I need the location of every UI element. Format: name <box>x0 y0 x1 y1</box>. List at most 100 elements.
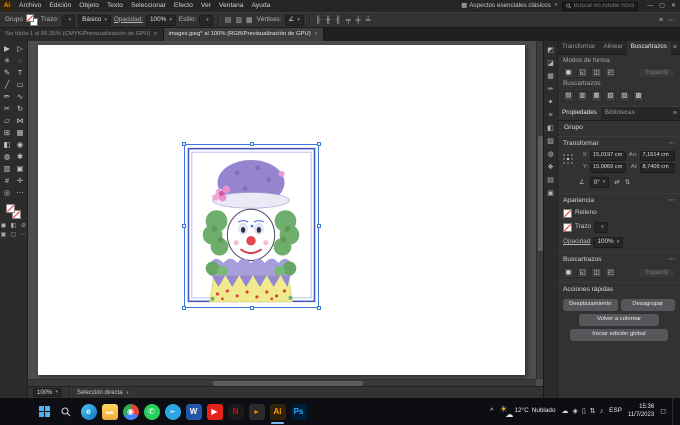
rotate-tool[interactable]: ↻ <box>14 103 27 115</box>
toolbar-fill-stroke[interactable] <box>6 204 21 219</box>
tab-close-icon[interactable]: ✕ <box>153 32 157 37</box>
stroke-panel-icon[interactable]: ≡ <box>544 109 557 122</box>
selection-handle-s[interactable] <box>249 306 254 310</box>
divide-icon[interactable]: ▤ <box>563 90 574 102</box>
align-middle-icon[interactable]: ╪ <box>355 17 362 24</box>
stock-search-box[interactable] <box>562 1 639 11</box>
align-bottom-icon[interactable]: ╧ <box>365 17 372 24</box>
graphic-styles-icon[interactable]: ❖ <box>544 161 557 174</box>
expand-button[interactable]: Expandir <box>639 267 675 278</box>
weather-widget[interactable]: ☀ ☁ 12°C Nublado <box>499 404 555 418</box>
fill-swatch[interactable] <box>25 14 34 22</box>
color-panel-icon[interactable]: ◩ <box>544 44 557 57</box>
menu-item[interactable]: Objeto <box>75 2 103 10</box>
keyboard-language-indicator[interactable]: ESP <box>609 407 622 414</box>
menu-item[interactable]: Ayuda <box>247 2 274 10</box>
exclude-icon[interactable]: ◰ <box>605 267 616 279</box>
stroke-weight-dropdown[interactable] <box>61 14 76 26</box>
brush-dropdown[interactable]: Básico <box>78 14 111 26</box>
tab-alinear[interactable]: Alinear <box>599 41 626 55</box>
reference-point-locator[interactable] <box>563 154 575 173</box>
document-tab-images-jpeg[interactable]: images.jpeg* al 100% (RGB/Previsualizaci… <box>163 28 324 41</box>
width-tool[interactable]: ⋈ <box>14 115 27 127</box>
scale-tool[interactable]: ▱ <box>1 115 14 127</box>
workspace-switcher[interactable]: ▦ Aspectos esenciales clásicos <box>461 2 557 9</box>
menu-item[interactable]: Ventana <box>215 2 248 10</box>
trim-icon[interactable]: ▥ <box>577 90 588 102</box>
action-center-icon[interactable]: ◻ <box>660 408 666 415</box>
offset-button[interactable]: Desplazamiento <box>563 298 618 311</box>
recolor-button[interactable]: Volver a colorear <box>578 313 660 326</box>
minus-back-icon[interactable]: ▩ <box>633 90 644 102</box>
scissors-tool[interactable]: ✂ <box>1 103 14 115</box>
whatsapp-icon[interactable]: ✆ <box>141 398 162 425</box>
outline-icon[interactable]: ▨ <box>619 90 630 102</box>
file-explorer-icon[interactable]: ▬ <box>99 398 120 425</box>
opacity-link[interactable]: Opacidad <box>563 238 590 245</box>
transparency-icon[interactable]: ▨ <box>544 135 557 148</box>
zoom-tool[interactable]: ◎ <box>1 187 14 199</box>
slice-tool[interactable]: # <box>1 175 14 187</box>
align-right-icon[interactable]: ╢ <box>335 17 342 24</box>
menu-item[interactable]: Texto <box>103 2 127 10</box>
hand-tool[interactable]: ✛ <box>14 175 27 187</box>
rectangle-tool[interactable]: ▭ <box>14 79 27 91</box>
global-edit-button[interactable]: Iniciar edición global <box>569 328 669 341</box>
canvas-area[interactable] <box>28 41 543 386</box>
current-tool-indicator[interactable]: Selección directa <box>77 390 129 396</box>
selection-handle-w[interactable] <box>182 224 186 228</box>
taskbar-clock[interactable]: 15:36 11/7/2023 <box>628 404 654 418</box>
expand-button[interactable]: Expandir <box>639 67 675 78</box>
artboard-tool[interactable]: ▣ <box>14 163 27 175</box>
controlbar-more-icon[interactable]: ⋯ <box>668 17 675 24</box>
stroke-color-swatch[interactable] <box>563 222 572 232</box>
crop-icon[interactable]: ▧ <box>605 90 616 102</box>
stroke-weight-dropdown[interactable] <box>594 221 608 233</box>
zoom-dropdown[interactable]: 100% <box>33 388 62 397</box>
merge-icon[interactable]: ▦ <box>591 90 602 102</box>
menu-item[interactable]: Efecto <box>170 2 197 10</box>
document-setup-icon[interactable]: ▤ <box>224 17 233 24</box>
symbols-icon[interactable]: ✦ <box>544 96 557 109</box>
close-button[interactable]: ✕ <box>671 3 676 9</box>
show-desktop-button[interactable] <box>672 398 675 425</box>
tab-buscartrazos[interactable]: Buscartrazos <box>626 41 671 55</box>
security-icon[interactable]: ◈ <box>573 408 578 415</box>
paintbrush-tool[interactable]: ✏ <box>1 91 14 103</box>
lasso-tool[interactable]: ◌ <box>14 55 27 67</box>
magic-wand-tool[interactable]: ✳ <box>1 55 14 67</box>
column-graph-tool[interactable]: ▥ <box>1 163 14 175</box>
rotation-dropdown[interactable]: 0° <box>589 177 610 189</box>
panel-menu-icon[interactable]: ≡ <box>673 44 680 51</box>
transform-more-icon[interactable]: ⋯ <box>668 140 675 148</box>
intersect-icon[interactable]: ◫ <box>591 267 602 279</box>
appearance-more-icon[interactable]: ⋯ <box>668 198 675 205</box>
brushes-icon[interactable]: ✏ <box>544 83 557 96</box>
none-icon[interactable]: ⊘ <box>19 223 28 231</box>
screen-mode-icon[interactable]: ▢ <box>9 232 18 240</box>
minimize-button[interactable]: — <box>647 3 653 9</box>
align-center-icon[interactable]: ╫ <box>325 17 332 24</box>
height-field[interactable]: 8,7409 cm <box>639 163 675 174</box>
shaper-tool[interactable]: ∿ <box>14 91 27 103</box>
menu-item[interactable]: Seleccionar <box>127 2 170 10</box>
vertical-scrollbar[interactable] <box>536 41 543 379</box>
taskbar-search-button[interactable] <box>56 398 76 425</box>
artboards-icon[interactable]: ▣ <box>544 187 557 200</box>
draw-mode-icon[interactable]: ▣ <box>0 232 8 240</box>
gradient-icon[interactable]: ◧ <box>9 223 18 231</box>
style-dropdown[interactable] <box>199 14 213 26</box>
tab-bibliotecas[interactable]: Bibliotecas <box>601 106 639 120</box>
intersect-icon[interactable]: ◫ <box>591 67 602 79</box>
search-input[interactable] <box>573 3 635 9</box>
illustrator-icon[interactable]: Ai <box>267 398 288 425</box>
network-icon[interactable]: ⇅ <box>590 408 596 415</box>
toolbar-more-icon[interactable]: ⋯ <box>19 232 28 240</box>
minus-front-icon[interactable]: ◱ <box>577 67 588 79</box>
layers-icon[interactable]: ▤ <box>544 174 557 187</box>
fill-color-icon[interactable]: ◼ <box>0 223 8 231</box>
direct-selection-tool[interactable]: ▷ <box>14 43 27 55</box>
opacity-link[interactable]: Opacidad: <box>114 16 143 23</box>
x-field[interactable]: 15,0197 cm <box>590 151 626 162</box>
line-segment-tool[interactable]: ╱ <box>1 79 14 91</box>
